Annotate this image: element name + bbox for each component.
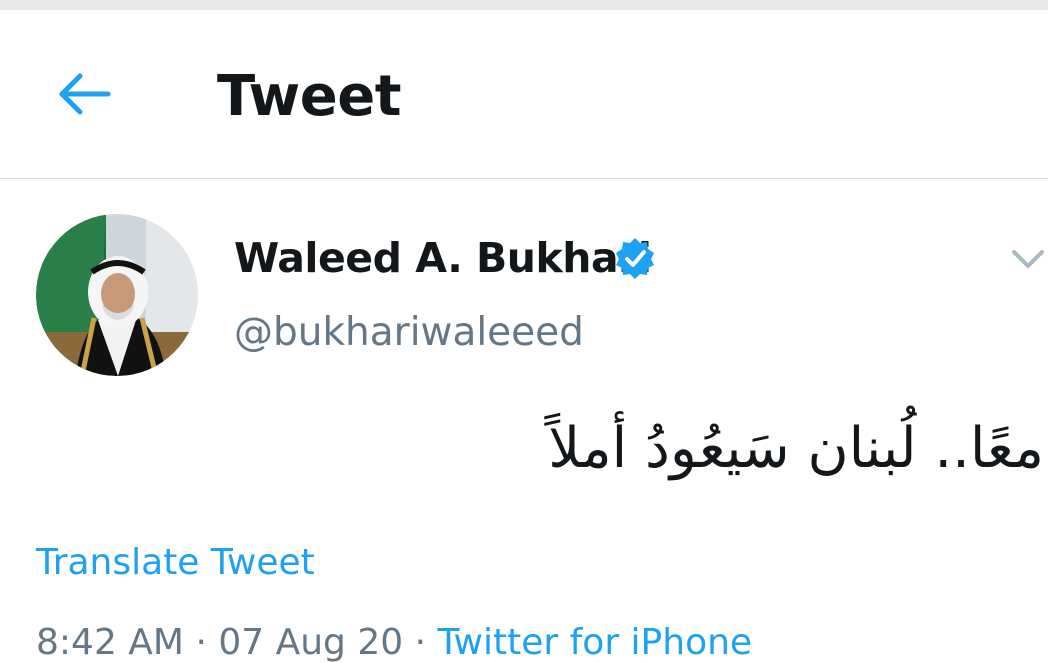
tweet-source-link[interactable]: Twitter for iPhone bbox=[438, 622, 753, 663]
top-navigation-bar: Tweet bbox=[0, 10, 1048, 179]
translate-tweet-link[interactable]: Translate Tweet bbox=[36, 542, 315, 583]
tweet-date: 07 Aug 20 bbox=[218, 622, 404, 663]
status-bar-strip bbox=[0, 0, 1048, 10]
avatar-photo bbox=[36, 214, 198, 376]
meta-separator: · bbox=[414, 622, 427, 663]
tweet-detail: Waleed A. Bukhari @bukhariwaleeed معًا..… bbox=[0, 180, 1048, 663]
tweet-metadata: 8:42 AM · 07 Aug 20 · Twitter for iPhone bbox=[36, 622, 752, 663]
page-title: Tweet bbox=[217, 64, 402, 129]
avatar[interactable] bbox=[36, 214, 198, 376]
tweet-time: 8:42 AM bbox=[36, 622, 184, 663]
author-handle[interactable]: @bukhariwaleeed bbox=[234, 310, 584, 355]
author-display-name[interactable]: Waleed A. Bukhari bbox=[234, 234, 652, 282]
arrow-left-icon bbox=[59, 73, 111, 115]
chevron-down-icon[interactable] bbox=[1008, 244, 1048, 274]
tweet-text: معًا.. لُبنان سَيعُودُ أملاً bbox=[548, 416, 1044, 481]
verified-badge-icon bbox=[616, 238, 654, 279]
back-button[interactable] bbox=[52, 66, 116, 122]
meta-separator: · bbox=[195, 622, 207, 663]
